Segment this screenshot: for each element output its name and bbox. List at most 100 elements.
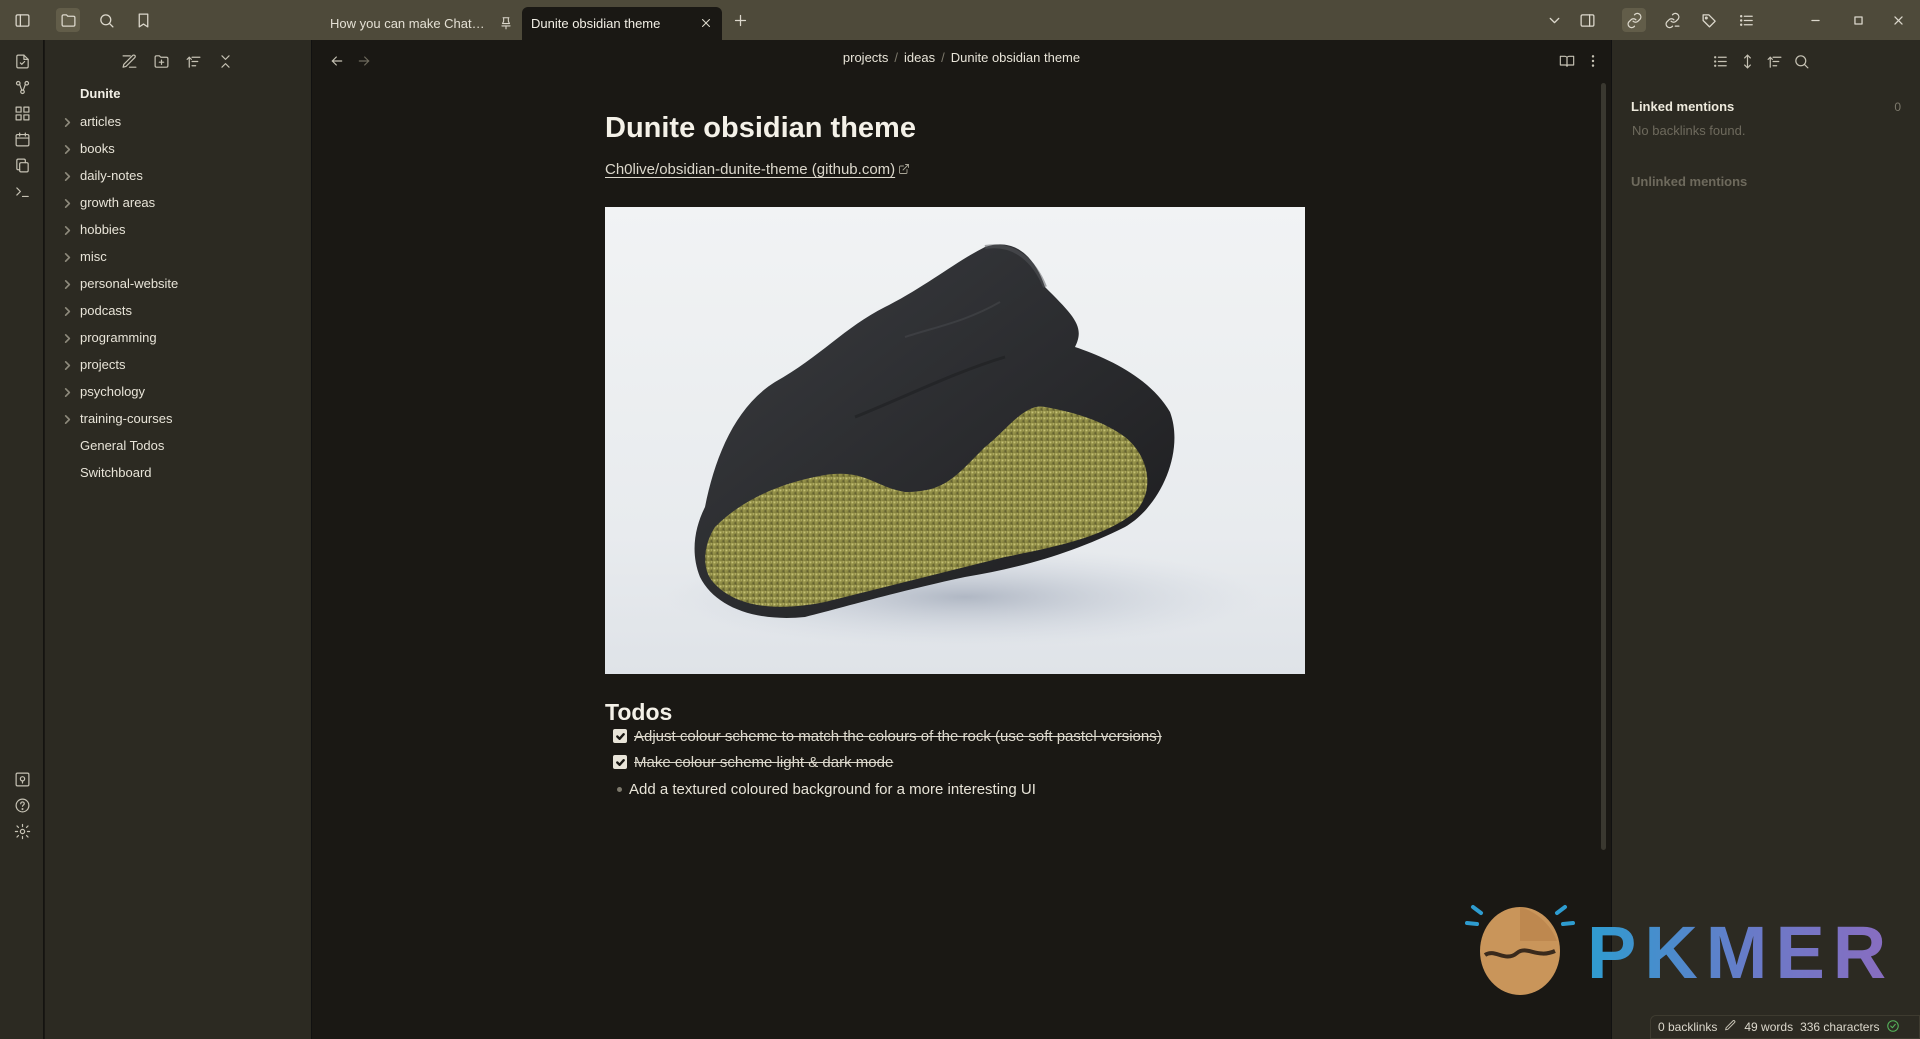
new-note-icon[interactable] [117, 49, 141, 73]
file-label: General Todos [80, 438, 165, 453]
file-item[interactable]: Switchboard [45, 459, 312, 486]
chevron-right-icon[interactable] [62, 170, 73, 181]
rock-illustration [665, 244, 1265, 647]
ribbon [0, 40, 44, 1039]
task-text: Make colour scheme light & dark mode [634, 753, 894, 771]
settings-gear-icon[interactable] [10, 819, 34, 843]
more-options-icon[interactable] [1581, 49, 1605, 73]
files-tab-icon[interactable] [56, 8, 80, 32]
open-quick-switcher-icon[interactable] [10, 49, 34, 73]
folder-label: misc [80, 249, 107, 264]
graph-view-icon[interactable] [10, 75, 34, 99]
maximize-icon[interactable] [1846, 8, 1870, 32]
folder-item[interactable]: articles [45, 108, 312, 135]
todos-heading: Todos [605, 699, 673, 725]
help-icon[interactable] [10, 793, 34, 817]
daily-note-calendar-icon[interactable] [10, 127, 34, 151]
outline-icon[interactable] [1734, 8, 1758, 32]
minimize-icon[interactable] [1803, 8, 1827, 32]
show-more-context-icon[interactable] [1735, 49, 1759, 73]
new-tab-icon[interactable] [728, 8, 752, 32]
sync-check-icon[interactable] [1886, 1019, 1900, 1036]
folder-item[interactable]: daily-notes [45, 162, 312, 189]
outgoing-links-icon[interactable] [1660, 8, 1684, 32]
folder-label: daily-notes [80, 168, 143, 183]
close-window-icon[interactable] [1886, 8, 1910, 32]
templates-icon[interactable] [10, 153, 34, 177]
chevron-right-icon[interactable] [62, 278, 73, 289]
sort-icon[interactable] [181, 49, 205, 73]
external-link-text[interactable]: Ch0live/obsidian-dunite-theme (github.co… [605, 161, 895, 178]
tab-title: How you can make ChatG... [330, 16, 490, 31]
chevron-right-icon[interactable] [62, 305, 73, 316]
checkbox-checked-icon[interactable] [613, 729, 627, 743]
right-sidebar-toggle-icon[interactable] [1575, 8, 1599, 32]
reading-view-icon[interactable] [1555, 49, 1579, 73]
external-link[interactable]: Ch0live/obsidian-dunite-theme (github.co… [605, 161, 910, 178]
folder-item[interactable]: misc [45, 243, 312, 270]
pkmer-watermark: PKMER [1465, 893, 1905, 1003]
status-character-count: 336 characters [1800, 1020, 1880, 1034]
canvas-icon[interactable] [10, 101, 34, 125]
folder-item[interactable]: podcasts [45, 297, 312, 324]
vault-name[interactable]: Dunite [80, 86, 120, 101]
folder-item[interactable]: psychology [45, 378, 312, 405]
status-backlinks[interactable]: 0 backlinks [1658, 1020, 1717, 1034]
unlinked-mentions-title[interactable]: Unlinked mentions [1631, 174, 1747, 189]
folder-item[interactable]: training-courses [45, 405, 312, 432]
chevron-right-icon[interactable] [62, 251, 73, 262]
new-folder-icon[interactable] [149, 49, 173, 73]
close-tab-icon[interactable] [698, 15, 714, 31]
command-palette-icon[interactable] [10, 179, 34, 203]
breadcrumb-separator: / [894, 50, 899, 65]
collapse-results-icon[interactable] [1708, 49, 1732, 73]
folder-item[interactable]: books [45, 135, 312, 162]
external-link-icon [895, 161, 910, 178]
editor-scrollbar[interactable] [1601, 83, 1606, 850]
folder-item[interactable]: growth areas [45, 189, 312, 216]
bookmark-icon[interactable] [131, 8, 155, 32]
vault-switcher-icon[interactable] [10, 767, 34, 791]
folder-item[interactable]: personal-website [45, 270, 312, 297]
search-icon[interactable] [94, 8, 118, 32]
chevron-right-icon[interactable] [62, 332, 73, 343]
task-item[interactable]: Make colour scheme light & dark mode [613, 751, 893, 773]
backlinks-tab-icon[interactable] [1622, 8, 1646, 32]
sidebar-toggle-icon[interactable] [10, 8, 34, 32]
chevron-right-icon[interactable] [62, 197, 73, 208]
breadcrumb-folder[interactable]: projects [843, 50, 889, 65]
linked-mentions-count: 0 [1894, 100, 1901, 114]
chevron-right-icon[interactable] [62, 116, 73, 127]
folder-label: podcasts [80, 303, 133, 318]
file-tree: articles books daily-notes growth areas … [45, 108, 312, 486]
chevron-right-icon[interactable] [62, 386, 73, 397]
tab-chatgpt[interactable]: How you can make ChatG... [322, 7, 522, 40]
edit-pencil-icon[interactable] [1724, 1019, 1737, 1035]
pin-icon[interactable] [498, 15, 514, 31]
checkbox-checked-icon[interactable] [613, 755, 627, 769]
folder-label: books [80, 141, 115, 156]
tags-icon[interactable] [1697, 8, 1721, 32]
folder-label: growth areas [80, 195, 156, 210]
task-text: Adjust colour scheme to match the colour… [634, 727, 1162, 745]
tab-list-chevron-icon[interactable] [1542, 8, 1566, 32]
breadcrumb-folder[interactable]: ideas [904, 50, 935, 65]
breadcrumb-note[interactable]: Dunite obsidian theme [951, 50, 1080, 65]
chevron-right-icon[interactable] [62, 413, 73, 424]
task-item[interactable]: Adjust colour scheme to match the colour… [613, 725, 1162, 747]
file-item[interactable]: General Todos [45, 432, 312, 459]
folder-item[interactable]: projects [45, 351, 312, 378]
folder-label: hobbies [80, 222, 126, 237]
folder-item[interactable]: programming [45, 324, 312, 351]
sort-icon[interactable] [1762, 49, 1786, 73]
linked-mentions-title[interactable]: Linked mentions [1631, 99, 1734, 114]
folder-item[interactable]: hobbies [45, 216, 312, 243]
search-icon[interactable] [1789, 49, 1813, 73]
chevron-right-icon[interactable] [62, 143, 73, 154]
bullet-icon [617, 786, 622, 792]
collapse-all-icon[interactable] [213, 49, 237, 73]
chevron-right-icon[interactable] [62, 359, 73, 370]
file-explorer: Dunite articles books daily-notes growth… [45, 40, 312, 1039]
tab-dunite-obsidian-theme[interactable]: Dunite obsidian theme [522, 7, 722, 40]
chevron-right-icon[interactable] [62, 224, 73, 235]
